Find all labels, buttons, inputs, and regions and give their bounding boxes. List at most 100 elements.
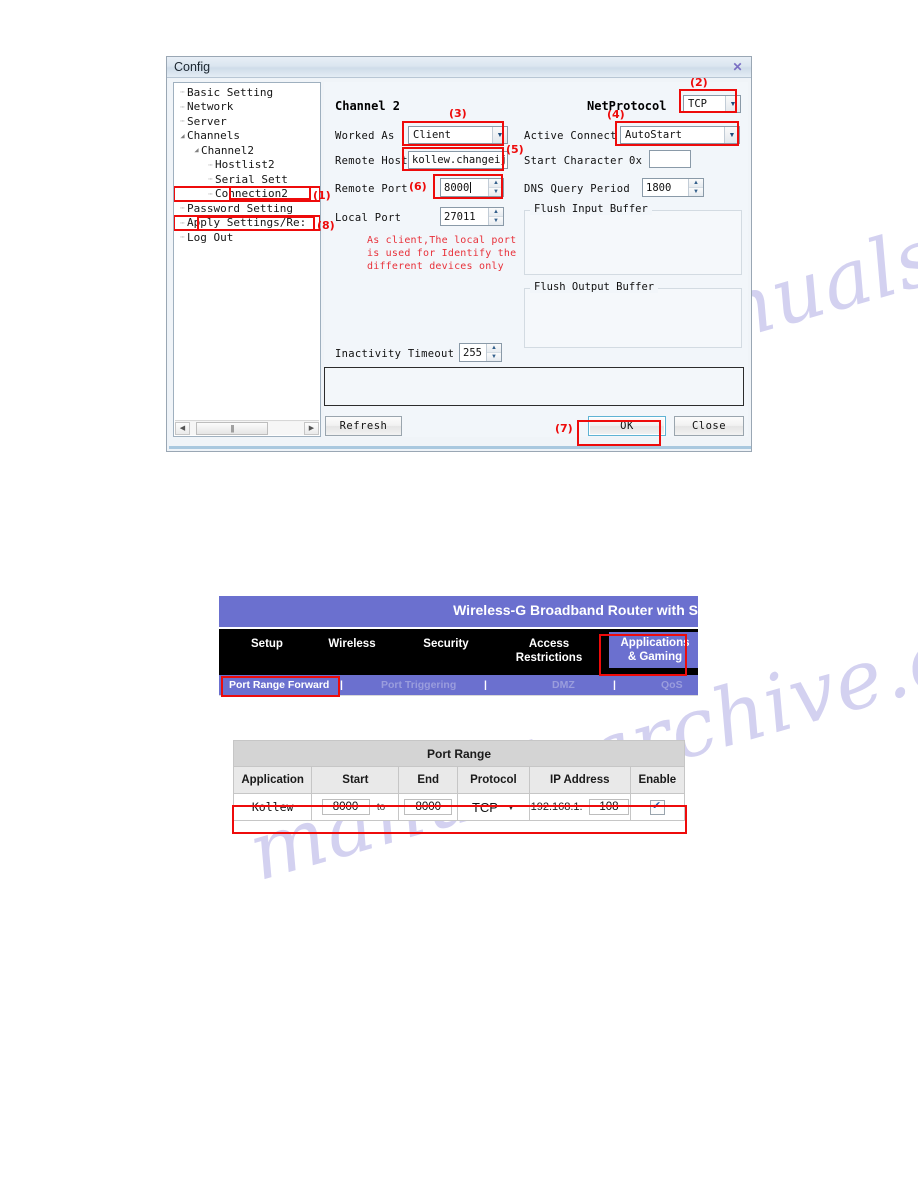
netprotocol-value: TCP: [688, 98, 707, 110]
cell-ip-address[interactable]: 192.168.1. 108: [528, 793, 631, 821]
annotation-marker-3: (3): [449, 107, 467, 120]
tree-leaf-dash-icon: ⋯: [208, 160, 213, 169]
tree-item-label: Server: [187, 114, 227, 128]
tree-expander-expanded-icon[interactable]: ◢: [192, 146, 201, 154]
spinner-down-arrow-icon[interactable]: ▼: [489, 188, 503, 196]
subnav-dmz[interactable]: DMZ: [552, 679, 575, 691]
column-header-end: End: [398, 766, 458, 794]
remote-port-spin-buttons[interactable]: ▲ ▼: [488, 179, 503, 196]
checkbox-checked-icon[interactable]: [649, 799, 665, 815]
tree-item-label: Connection2: [215, 187, 288, 201]
worked-as-dropdown[interactable]: Client ▼: [408, 126, 508, 144]
spinner-up-arrow-icon[interactable]: ▲: [489, 208, 503, 217]
tree-item-password-setting[interactable]: ⋯ Password Setting: [174, 201, 320, 216]
router-banner: Wireless-G Broadband Router with S: [219, 596, 698, 627]
nav-tab-setup[interactable]: Setup: [235, 637, 299, 651]
scroll-right-arrow-icon[interactable]: ▶: [304, 421, 319, 435]
tree-item-serial-sett[interactable]: ⋯ Serial Sett: [174, 172, 320, 187]
spinner-down-arrow-icon[interactable]: ▼: [487, 353, 501, 361]
remote-port-stepper[interactable]: 8000 ▲ ▼: [440, 178, 504, 197]
table-row[interactable]: Kollew 8000 to 8000 TCP ▼ 192.168.1. 108: [232, 793, 686, 821]
tree-item-hostlist2[interactable]: ⋯ Hostlist2: [174, 158, 320, 173]
status-message-box: [324, 367, 744, 406]
flush-input-buffer-group: Flush Input Buffer: [524, 203, 742, 275]
ok-button[interactable]: OK: [588, 416, 666, 436]
router-main-nav[interactable]: Setup Wireless Security Access Restrictio…: [219, 627, 698, 677]
refresh-button[interactable]: Refresh: [325, 416, 402, 436]
cell-end-port[interactable]: 8000: [398, 793, 458, 821]
inactivity-spin-buttons[interactable]: ▲ ▼: [486, 344, 501, 361]
tree-item-log-out[interactable]: ⋯ Log Out: [174, 230, 320, 245]
cell-protocol[interactable]: TCP ▼: [457, 793, 530, 821]
subnav-separator-1: |: [340, 679, 343, 691]
tree-item-apply-settings-re[interactable]: ⋯ Apply Settings/Re:: [174, 214, 320, 231]
subnav-port-triggering[interactable]: Port Triggering: [381, 679, 456, 691]
dns-query-period-value: 1800: [646, 181, 672, 194]
ip-address-suffix-input[interactable]: 108: [588, 799, 629, 815]
inactivity-timeout-stepper[interactable]: 255 ▲ ▼: [459, 343, 502, 362]
config-title-bar: Config ✕: [167, 57, 751, 78]
spinner-down-arrow-icon[interactable]: ▼: [489, 217, 503, 225]
protocol-dropdown[interactable]: TCP ▼: [472, 800, 515, 815]
tree-item-basic-setting[interactable]: ⋯ Basic Setting: [174, 85, 320, 100]
table-title-row: Port Range: [233, 740, 685, 767]
tree-item-channels[interactable]: ◢ Channels: [174, 129, 320, 144]
flush-output-buffer-label: Flush Output Buffer: [530, 281, 659, 293]
nav-tab-security[interactable]: Security: [411, 637, 481, 651]
cell-enable[interactable]: [629, 793, 686, 821]
protocol-value: TCP: [471, 799, 498, 815]
chevron-down-icon[interactable]: ▼: [492, 127, 507, 143]
tree-item-label: Apply Settings/Re:: [187, 216, 307, 230]
spinner-up-arrow-icon[interactable]: ▲: [489, 179, 503, 188]
tree-item-label: Basic Setting: [187, 85, 274, 99]
dns-query-period-stepper[interactable]: 1800 ▲ ▼: [642, 178, 704, 197]
tree-item-label: Password Setting: [187, 201, 293, 215]
chevron-down-icon[interactable]: ▼: [725, 96, 740, 112]
scrollbar-thumb[interactable]: |||: [196, 421, 268, 435]
port-range-title: Port Range: [233, 740, 685, 767]
subnav-qos[interactable]: QoS: [661, 679, 683, 691]
nav-tab-access-restrictions[interactable]: Access Restrictions: [503, 637, 595, 665]
netprotocol-dropdown[interactable]: TCP ▼: [683, 95, 741, 113]
scrollbar-track[interactable]: |||: [190, 421, 304, 435]
navigation-tree-panel[interactable]: ⋯ Basic Setting ⋯ Network ⋯ Server ◢ Channels ◢ C…: [173, 82, 321, 437]
tree-item-connection2[interactable]: ⋯ Connection2: [174, 185, 320, 202]
router-footer-strip: [219, 695, 698, 710]
connection-settings-form: Channel 2 NetProtocol TCP ▼ Worked As Cl…: [324, 82, 748, 437]
config-window-body: ⋯ Basic Setting ⋯ Network ⋯ Server ◢ Channels ◢ C…: [169, 79, 751, 449]
close-button[interactable]: Close: [674, 416, 744, 436]
annotation-marker-8: (8): [317, 219, 335, 232]
tree-item-server[interactable]: ⋯ Server: [174, 114, 320, 129]
spinner-up-arrow-icon[interactable]: ▲: [689, 179, 703, 188]
tree-leaf-dash-icon: ⋯: [208, 189, 213, 198]
local-port-spin-buttons[interactable]: ▲ ▼: [488, 208, 503, 225]
cell-application[interactable]: Kollew: [232, 793, 313, 821]
local-port-stepper[interactable]: 27011 ▲ ▼: [440, 207, 504, 226]
to-label: to: [376, 802, 386, 813]
remote-host-input[interactable]: kollew.changeij: [408, 151, 508, 169]
cell-start-port[interactable]: 8000 to: [311, 793, 400, 821]
start-port-input[interactable]: 8000: [321, 799, 370, 815]
router-sub-nav[interactable]: Port Range Forward | Port Triggering | D…: [219, 675, 698, 696]
chevron-down-icon[interactable]: ▼: [507, 803, 515, 812]
chevron-down-icon[interactable]: ▼: [724, 127, 739, 143]
scroll-left-arrow-icon[interactable]: ◀: [175, 421, 190, 435]
end-port-input[interactable]: 8000: [404, 799, 453, 815]
spinner-up-arrow-icon[interactable]: ▲: [487, 344, 501, 353]
annotation-marker-2: (2): [690, 76, 708, 89]
nav-tab-applications-gaming[interactable]: Applications & Gaming: [609, 632, 698, 668]
tree-expander-expanded-icon[interactable]: ◢: [178, 132, 187, 140]
tree-item-channel2[interactable]: ◢ Channel2: [174, 143, 320, 158]
channel-heading: Channel 2: [335, 99, 401, 113]
active-connect-dropdown[interactable]: AutoStart ▼: [620, 126, 740, 144]
subnav-port-range-forward[interactable]: Port Range Forward: [229, 679, 329, 691]
dns-query-spin-buttons[interactable]: ▲ ▼: [688, 179, 703, 196]
tree-item-network[interactable]: ⋯ Network: [174, 100, 320, 115]
spinner-down-arrow-icon[interactable]: ▼: [689, 188, 703, 196]
nav-tab-wireless[interactable]: Wireless: [317, 637, 387, 651]
start-character-input[interactable]: [649, 150, 691, 168]
close-icon[interactable]: ✕: [730, 60, 745, 74]
annotation-marker-4: (4): [607, 108, 625, 121]
tree-horizontal-scrollbar[interactable]: ◀ ||| ▶: [175, 420, 319, 435]
worked-as-label: Worked As: [335, 130, 395, 142]
